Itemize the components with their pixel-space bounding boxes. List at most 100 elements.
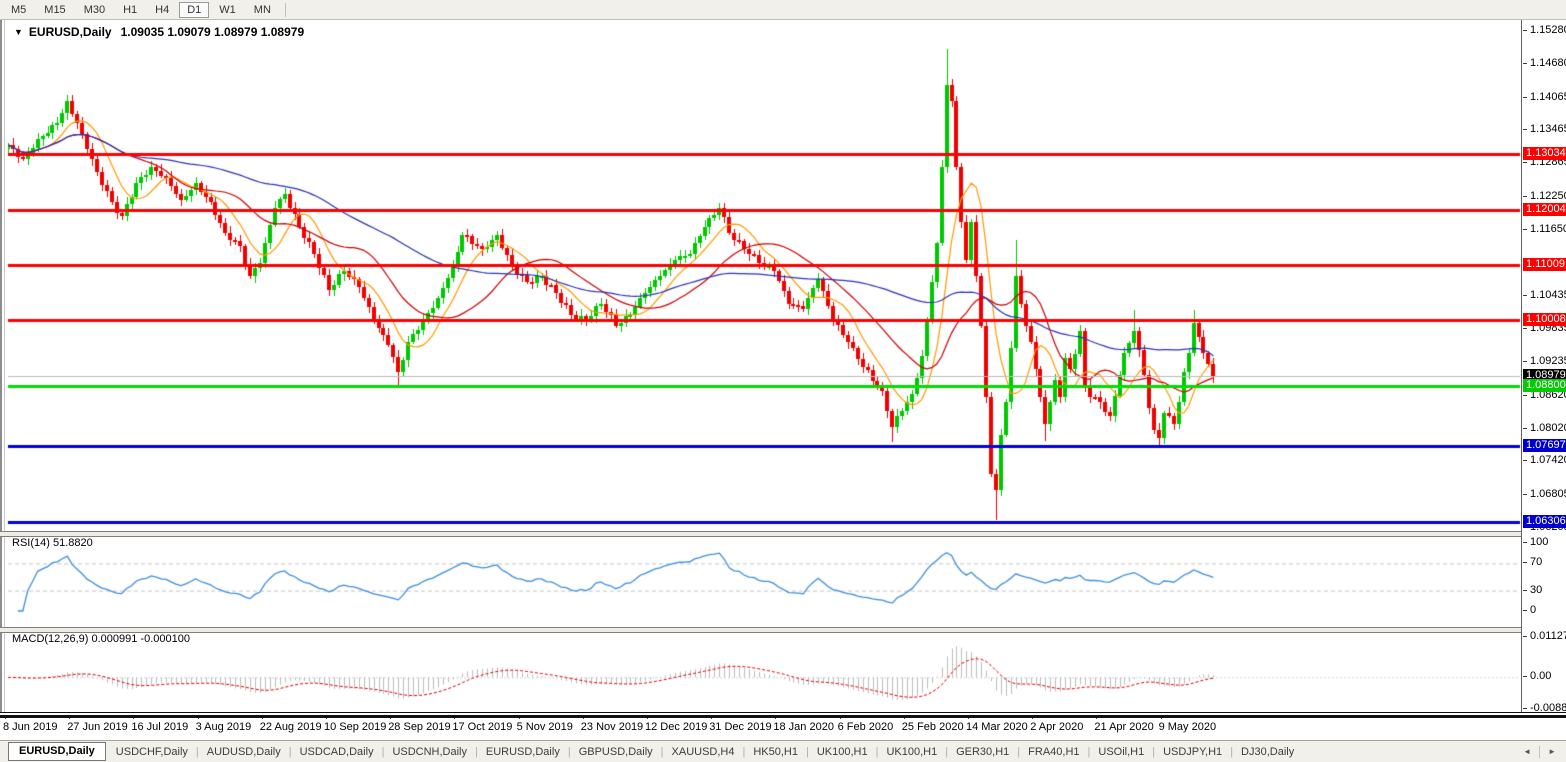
panel-splitter-rsi[interactable] [0, 531, 1566, 537]
date-tick-label: 14 Mar 2020 [966, 721, 1028, 733]
chart-tab-gbpusd-daily[interactable]: GBPUSD,Daily [571, 746, 661, 758]
chart-tab-usdchf-daily[interactable]: USDCHF,Daily [108, 746, 196, 758]
date-tick-mark [583, 715, 584, 719]
price-tick-mark [1523, 590, 1527, 591]
date-tick-mark [454, 715, 455, 719]
timeframe-button-d1[interactable]: D1 [179, 2, 209, 18]
price-tick-mark [1523, 30, 1527, 31]
price-tick-mark [1523, 676, 1527, 677]
price-tick-mark [1523, 328, 1527, 329]
date-tick-label: 31 Dec 2019 [709, 721, 771, 733]
price-tick-label: 1.15280 [1522, 24, 1566, 37]
chart-left-frame [0, 20, 5, 712]
price-level-badge-red: 1.11009 [1523, 258, 1566, 271]
date-tick-label: 27 Jun 2019 [67, 721, 128, 733]
chart-symbol-label: EURUSD,Daily [29, 25, 112, 39]
chart-header: ▼ EURUSD,Daily 1.09035 1.09079 1.08979 1.0… [14, 25, 304, 39]
timeframe-button-h1[interactable]: H1 [115, 2, 145, 18]
trading-terminal: M5M15M30H1H4D1W1MN ▼ EURUSD,Daily 1.09035 … [0, 0, 1566, 762]
rsi-indicator-label: RSI(14) 51.8820 [12, 537, 93, 549]
date-tick-mark [262, 715, 263, 719]
timeframe-button-m5[interactable]: M5 [3, 2, 34, 18]
price-tick-mark [1523, 460, 1527, 461]
timeframe-button-mn[interactable]: MN [246, 2, 279, 18]
chart-tab-dj30-daily[interactable]: DJ30,Daily [1233, 746, 1302, 758]
chart-ohlc-values: 1.09035 1.09079 1.08979 1.08979 [121, 25, 305, 39]
date-tick-mark [133, 715, 134, 719]
price-tick-mark [1523, 395, 1527, 396]
price-tick-mark [1523, 562, 1527, 563]
date-tick-label: 28 Sep 2019 [388, 721, 450, 733]
timeframe-button-m30[interactable]: M30 [76, 2, 113, 18]
price-level-badge-blue: 1.06306 [1523, 515, 1566, 528]
date-tick-label: 18 Jan 2020 [773, 721, 834, 733]
panel-splitter-macd[interactable] [0, 627, 1566, 633]
price-tick-mark [1523, 97, 1527, 98]
price-tick-mark [1523, 162, 1527, 163]
toolbar-divider [285, 3, 286, 17]
price-level-badge-green: 1.08800 [1523, 379, 1566, 392]
chart-tab-uk100-h1[interactable]: UK100,H1 [878, 746, 945, 758]
timeframe-button-w1[interactable]: W1 [211, 2, 244, 18]
price-tick-label: 1.14065 [1522, 91, 1566, 104]
price-tick-mark [1523, 610, 1527, 611]
chart-tab-usdcad-daily[interactable]: USDCAD,Daily [292, 746, 382, 758]
chart-tab-ger30-h1[interactable]: GER30,H1 [948, 746, 1017, 758]
time-axis[interactable]: 8 Jun 201927 Jun 201916 Jul 20193 Aug 20… [0, 715, 1566, 740]
price-tick-mark [1523, 494, 1527, 495]
price-tick-mark [1523, 428, 1527, 429]
chart-tab-uk100-h1[interactable]: UK100,H1 [809, 746, 876, 758]
tab-nav-divider [1539, 746, 1540, 758]
date-tick-label: 12 Dec 2019 [645, 721, 707, 733]
rsi-scale-label: 0 [1522, 604, 1536, 617]
price-tick-mark [1523, 295, 1527, 296]
date-tick-label: 17 Oct 2019 [452, 721, 512, 733]
date-tick-mark [840, 715, 841, 719]
price-tick-label: 1.07420 [1522, 454, 1566, 467]
rsi-current-value: 51.8820 [53, 537, 93, 549]
date-tick-mark [711, 715, 712, 719]
chart-tab-bar: EURUSD,DailyUSDCHF,Daily|AUDUSD,Daily|US… [0, 740, 1566, 762]
tab-nav: ◄ ► [1523, 746, 1566, 758]
price-tick-mark [1523, 361, 1527, 362]
chart-tab-xauusd-h4[interactable]: XAUUSD,H4 [664, 746, 743, 758]
timeframe-button-h4[interactable]: H4 [147, 2, 177, 18]
date-tick-mark [904, 715, 905, 719]
macd-current-values: 0.000991 -0.000100 [91, 633, 189, 645]
rsi-name: RSI(14) [12, 537, 50, 549]
price-tick-label: 1.06805 [1522, 488, 1566, 501]
price-tick-label: 1.09235 [1522, 355, 1566, 368]
chart-tab-eurusd-daily[interactable]: EURUSD,Daily [8, 742, 106, 761]
price-axis[interactable]: 1.152801.146801.140651.134651.130341.128… [1521, 20, 1566, 712]
price-tick-label: 1.08020 [1522, 422, 1566, 435]
price-level-badge-red: 1.10008 [1523, 313, 1566, 326]
date-tick-label: 16 Jul 2019 [131, 721, 188, 733]
date-tick-label: 5 Nov 2019 [517, 721, 573, 733]
chart-tab-audusd-daily[interactable]: AUDUSD,Daily [199, 746, 289, 758]
date-tick-label: 21 Apr 2020 [1094, 721, 1153, 733]
chart-tab-fra40-h1[interactable]: FRA40,H1 [1020, 746, 1087, 758]
macd-scale-label: 0.00 [1522, 670, 1551, 683]
chart-tab-usdjpy-h1[interactable]: USDJPY,H1 [1155, 746, 1230, 758]
price-tick-mark [1523, 129, 1527, 130]
chart-dropdown-icon[interactable]: ▼ [14, 27, 23, 37]
chart-tab-eurusd-daily[interactable]: EURUSD,Daily [478, 746, 568, 758]
timeframe-button-m15[interactable]: M15 [36, 2, 73, 18]
chart-tab-hk50-h1[interactable]: HK50,H1 [745, 746, 806, 758]
price-tick-mark [1523, 196, 1527, 197]
price-chart-canvas[interactable] [0, 0, 1566, 762]
price-tick-label: 1.11650 [1522, 223, 1566, 236]
tab-scroll-left-icon[interactable]: ◄ [1523, 747, 1531, 756]
date-tick-mark [198, 715, 199, 719]
chart-tab-usdcnh-daily[interactable]: USDCNH,Daily [384, 746, 475, 758]
tab-scroll-right-icon[interactable]: ► [1548, 747, 1556, 756]
rsi-scale-label: 100 [1522, 536, 1548, 549]
date-tick-label: 3 Aug 2019 [196, 721, 252, 733]
date-tick-mark [647, 715, 648, 719]
macd-name: MACD(12,26,9) [12, 633, 88, 645]
date-tick-mark [968, 715, 969, 719]
price-level-badge-blue: 1.07697 [1523, 439, 1566, 452]
rsi-scale-label: 30 [1522, 584, 1542, 597]
price-tick-mark [1523, 63, 1527, 64]
chart-tab-usoil-h1[interactable]: USOil,H1 [1090, 746, 1152, 758]
